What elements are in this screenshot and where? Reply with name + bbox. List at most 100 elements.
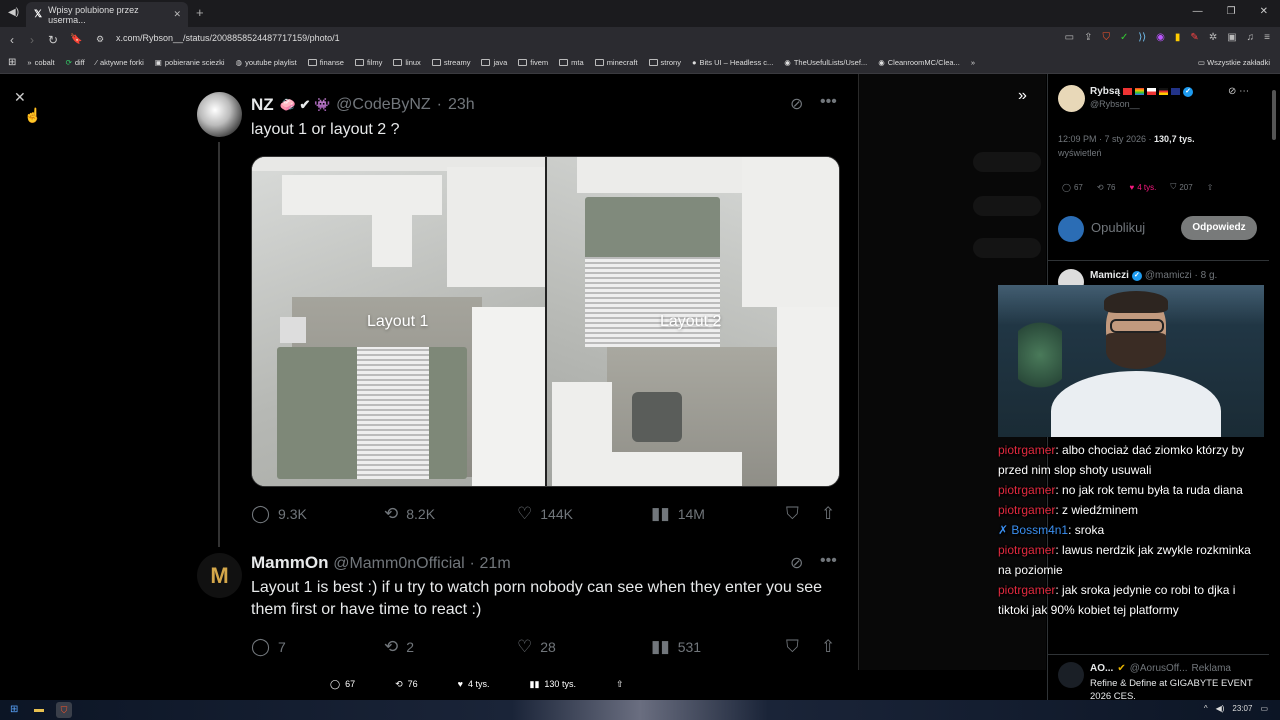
tweet-image[interactable]: Layout 1 Layout 2 [251, 156, 840, 487]
browser-tab[interactable]: 𝕏 Wpisy polubione przez userma... ✕ [26, 2, 188, 27]
menu-icon[interactable]: ≡ [1264, 32, 1270, 43]
views-button[interactable]: ▮▮ 130 tys. [530, 679, 576, 690]
reply-submit-button[interactable]: Odpowiedz [1181, 216, 1257, 240]
repost-button[interactable]: ⟲ 8.2K [384, 504, 435, 524]
repost-button[interactable]: ⟲ 76 [395, 679, 418, 690]
notifications-icon[interactable]: ▭ [1260, 704, 1268, 713]
bookmark-folder[interactable]: filmy [354, 58, 382, 67]
bookmark-button[interactable]: ⛉ [786, 504, 799, 524]
puzzle-icon[interactable]: ✲ [1209, 32, 1217, 43]
clock[interactable]: 23:07 [1232, 704, 1252, 713]
grok-icon[interactable]: ⊘ [790, 553, 803, 573]
share-button[interactable]: ⇧ [616, 679, 624, 690]
bookmark-item[interactable]: » cobalt [27, 58, 54, 67]
bookmark-folder[interactable]: finanse [307, 58, 344, 67]
views-button[interactable]: ▮▮ 531 [651, 637, 701, 657]
ad-author[interactable]: AO... ✔ @AorusOff... Reklama [1090, 663, 1231, 674]
panel-stats: ◯ 67 ⟲ 76 ♥ 4 tys. ⛉ 207 ⇧ [1062, 182, 1262, 192]
restore-icon[interactable]: ❐ [1227, 6, 1236, 17]
bookmark-item[interactable]: ▣ pobieranie sciezki [155, 58, 225, 67]
forward-icon[interactable]: › [30, 33, 34, 47]
chat-message: piotrgamer: jak sroka jedynie co robi to… [998, 583, 1236, 617]
media-icon[interactable]: ♫ [1247, 32, 1255, 43]
brave-browser-icon[interactable]: ⛉ [56, 702, 72, 718]
reply-button[interactable]: ◯ 7 [251, 637, 286, 657]
bookmark-item[interactable]: ◉ TheUsefulLists/Usef... [784, 58, 867, 67]
brave-shield-icon[interactable]: ⛉ [1102, 32, 1110, 43]
reply-button[interactable]: ◯ 67 [1062, 182, 1083, 192]
bookmark-folder[interactable]: linux [393, 58, 421, 67]
close-window-icon[interactable]: ✕ [1260, 6, 1268, 17]
scrollbar[interactable] [1272, 90, 1276, 140]
grok-icon[interactable]: ⊘ ⋯ [1228, 86, 1249, 97]
more-bookmarks-icon[interactable]: » [971, 58, 975, 67]
close-tab-icon[interactable]: ✕ [173, 9, 181, 20]
bookmark-folder[interactable]: minecraft [594, 58, 638, 67]
like-button[interactable]: ♡ 144K [517, 504, 573, 524]
reply-input[interactable]: Opublikuj [1091, 220, 1145, 235]
sidebar-icon[interactable]: ▣ [1227, 32, 1236, 43]
avatar[interactable] [197, 92, 242, 137]
volume-icon[interactable]: ◀) [1216, 704, 1225, 713]
bookmark-folder[interactable]: streamy [431, 58, 470, 67]
extension-icon[interactable]: ✎ [1190, 32, 1198, 43]
bookmark-item[interactable]: ◉ CleanroomMC/Clea... [878, 58, 960, 67]
bookmark-folder[interactable]: mta [559, 58, 584, 67]
all-bookmarks[interactable]: ▭ Wszystkie zakładki [1198, 58, 1270, 67]
new-tab-button[interactable]: + [196, 5, 204, 20]
like-button[interactable]: ♥ 4 tys. [458, 679, 490, 689]
apps-icon[interactable]: ⊞ [8, 57, 16, 68]
bookmark-item[interactable]: ◍ youtube playlist [236, 58, 297, 67]
back-icon[interactable]: ‹ [10, 33, 14, 47]
bookmark-button[interactable]: ⛉ [786, 637, 799, 657]
bookmark-folder[interactable]: strony [648, 58, 681, 67]
like-button[interactable]: ♡ 28 [517, 637, 556, 657]
share-button[interactable]: ⇧ [821, 504, 835, 524]
panel-author[interactable]: Rybsą ✓ [1090, 86, 1194, 97]
share-icon[interactable]: ⇪ [1084, 32, 1092, 43]
extension-icon[interactable]: ⟩⟩ [1138, 32, 1146, 43]
windows-start-icon[interactable]: ⊞ [10, 704, 18, 715]
tweet-author[interactable]: NZ 🧼 ✔ 👾 @CodeByNZ · 23h [251, 95, 475, 115]
cast-icon[interactable]: ▭ [1065, 32, 1074, 43]
views-button[interactable]: ▮▮ 14M [651, 504, 705, 524]
bookmark-folder[interactable]: fivem [518, 58, 548, 67]
reply-author[interactable]: MammOn @Mamm0nOfficial · 21m [251, 553, 511, 573]
extension-icon[interactable]: ▮ [1175, 32, 1181, 43]
file-explorer-icon[interactable]: ▬ [34, 704, 44, 715]
avatar[interactable] [1058, 85, 1085, 112]
folder-icon: ▭ [1197, 58, 1205, 67]
chat-message: piotrgamer: no jak rok temu była ta ruda… [998, 483, 1243, 497]
system-tray: ^ ◀) 23:07 ▭ [1204, 704, 1268, 713]
grok-icon[interactable]: ⊘ [790, 94, 803, 114]
url-field[interactable]: x.com/Rybson__/status/200885852448771715… [116, 33, 340, 43]
reload-icon[interactable]: ↻ [48, 33, 58, 47]
like-button[interactable]: ♥ 4 tys. [1129, 182, 1156, 192]
bookmark-item[interactable]: ● Bits UI – Headless c... [692, 58, 773, 67]
extension-icon[interactable]: ◉ [1156, 32, 1165, 43]
bookmark-page-icon[interactable]: 🔖 [70, 34, 82, 45]
bookmark-icon: ⁄ [95, 58, 98, 67]
share-button[interactable]: ⇧ [821, 637, 835, 657]
reply-button[interactable]: ◯ 67 [330, 679, 355, 690]
audio-icon[interactable]: ◀) [8, 7, 19, 18]
avatar[interactable]: M [197, 553, 242, 598]
close-icon[interactable]: ✕ [14, 89, 26, 106]
more-options-icon[interactable]: ••• [820, 93, 837, 111]
check-extension-icon[interactable]: ✓ [1120, 32, 1128, 43]
more-options-icon[interactable]: ••• [820, 552, 837, 570]
bookmark-button[interactable]: ⛉ 207 [1170, 182, 1192, 192]
minimize-icon[interactable]: — [1193, 6, 1203, 17]
reply-button[interactable]: ◯ 9.3K [251, 504, 307, 524]
repost-button[interactable]: ⟲ 76 [1097, 182, 1116, 192]
bookmark-item[interactable]: ⟳ diff [66, 58, 85, 67]
avatar[interactable] [1058, 662, 1084, 688]
repost-button[interactable]: ⟲ 2 [384, 637, 414, 657]
site-info-icon[interactable]: ⚙ [96, 34, 104, 45]
next-reply-author[interactable]: Mamiczi ✓ @mamiczi · 8 g. [1090, 270, 1217, 281]
bookmark-folder[interactable]: java [481, 58, 507, 67]
expand-panel-icon[interactable]: » [1018, 87, 1027, 105]
bookmark-item[interactable]: ⁄ aktywne forki [96, 58, 144, 67]
chevron-up-icon[interactable]: ^ [1204, 704, 1208, 713]
share-button[interactable]: ⇧ [1207, 182, 1214, 192]
